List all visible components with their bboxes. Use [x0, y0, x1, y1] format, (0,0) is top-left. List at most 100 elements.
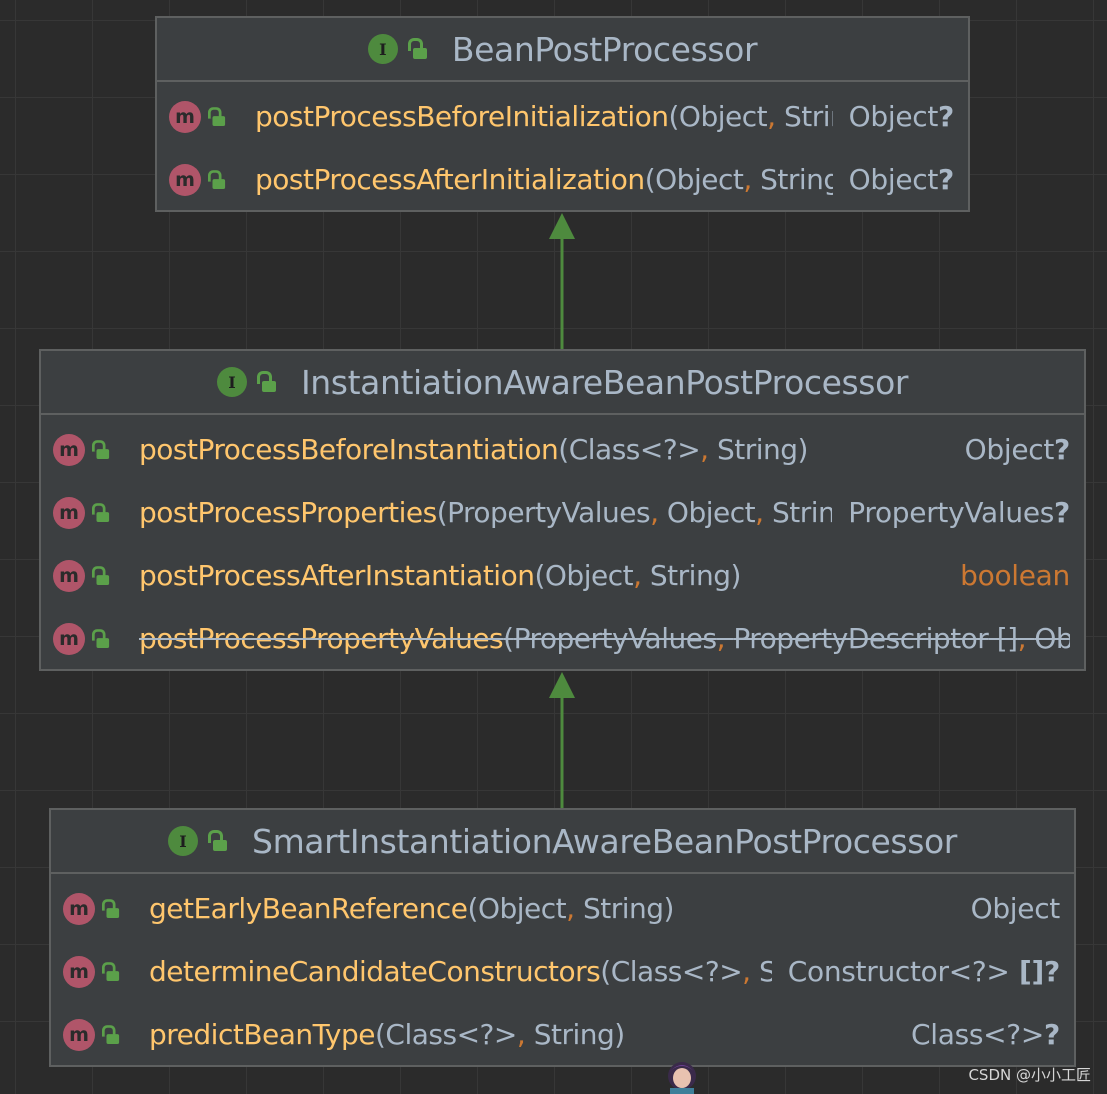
method-name: postProcessBeforeInitialization	[255, 100, 669, 133]
paren: )	[614, 1018, 625, 1051]
method-row[interactable]: m predictBeanType(Class<?>, String) Class<…	[51, 1003, 1074, 1065]
comma: ,	[1017, 622, 1035, 655]
watermark: CSDN @小小工匠	[968, 1066, 1091, 1084]
public-lock-icon	[102, 1024, 120, 1045]
paren: (	[600, 955, 611, 988]
node-header: I SmartInstantiationAwareBeanPostProcess…	[51, 810, 1074, 874]
method-list: m postProcessBeforeInitialization(Object,…	[157, 82, 968, 210]
method-row[interactable]: m determineCandidateConstructors(Class<?>…	[51, 940, 1074, 1003]
method-name: postProcessAfterInstantiation	[139, 559, 535, 592]
node-header: I BeanPostProcessor	[157, 18, 968, 82]
method-signature: determineCandidateConstructors(Class<?>,…	[149, 955, 772, 988]
method-icon: m	[63, 1018, 95, 1051]
method-signature: postProcessBeforeInitialization(Object, …	[255, 100, 833, 133]
return-type: Object?	[848, 163, 955, 196]
paren: (	[668, 100, 679, 133]
nullable-mark: ?	[938, 163, 954, 196]
nullable-mark: ?	[938, 100, 954, 133]
public-lock-icon	[208, 830, 228, 852]
paren: (	[467, 892, 479, 925]
comma: ,	[700, 433, 717, 466]
param-type: String	[533, 1018, 615, 1051]
node-title: SmartInstantiationAwareBeanPostProcessor	[252, 821, 957, 861]
edge-instantiationaware-to-beanpostprocessor	[549, 213, 575, 349]
method-icon: m	[169, 163, 201, 196]
public-lock-icon	[92, 565, 110, 586]
comma: ,	[650, 496, 667, 529]
param-type: Object	[678, 100, 768, 133]
method-signature: postProcessBeforeInstantiation(Class<?>,…	[139, 433, 949, 466]
method-name: postProcessBeforeInstantiation	[139, 433, 559, 466]
comma: ,	[633, 559, 650, 592]
return-type: Object	[970, 892, 1061, 925]
method-name: postProcessProperties	[139, 496, 437, 529]
nullable-mark: ?	[1044, 955, 1060, 988]
param-type: String	[771, 496, 832, 529]
param-type: String	[649, 559, 731, 592]
param-type: PropertyDescriptor	[733, 622, 989, 655]
method-signature: postProcessAfterInstantiation(Object, St…	[139, 559, 944, 592]
method-name: postProcessPropertyValues	[139, 622, 504, 655]
array-suffix: []	[1009, 955, 1045, 988]
param-type: String	[759, 955, 772, 988]
node-title: BeanPostProcessor	[451, 29, 758, 69]
method-row[interactable]: m postProcessAfterInstantiation(Object, S…	[41, 544, 1084, 607]
method-icon: m	[53, 622, 85, 655]
param-type: Object	[1034, 622, 1070, 655]
method-name: postProcessAfterInitialization	[255, 163, 645, 196]
method-name: predictBeanType	[149, 1018, 375, 1051]
return-type: Class<?>?	[910, 1018, 1060, 1051]
paren: (	[503, 622, 514, 655]
paren: (	[534, 559, 545, 592]
node-header: I InstantiationAwareBeanPostProcessor	[41, 351, 1084, 415]
method-list: m getEarlyBeanReference(Object, String) Ob…	[51, 874, 1074, 1065]
node-instantiationawarebeanpostprocessor[interactable]: I InstantiationAwareBeanPostProcessor m p…	[39, 349, 1086, 671]
nullable-mark: ?	[1054, 496, 1070, 529]
interface-icon: I	[168, 826, 199, 856]
public-lock-icon	[102, 961, 120, 982]
method-row[interactable]: m postProcessProperties(PropertyValues, O…	[41, 481, 1084, 544]
node-smartinstantiationawarebeanpostprocessor[interactable]: I SmartInstantiationAwareBeanPostProcess…	[49, 808, 1076, 1067]
method-row[interactable]: m postProcessPropertyValues(PropertyValue…	[41, 607, 1084, 669]
comma: ,	[743, 163, 761, 196]
interface-icon: I	[367, 34, 398, 64]
method-row[interactable]: m postProcessAfterInitialization(Object, …	[157, 148, 968, 210]
comma: ,	[716, 622, 734, 655]
method-icon: m	[53, 496, 85, 529]
param-type: Class<?>	[385, 1018, 517, 1051]
paren: )	[730, 559, 741, 592]
comma: ,	[755, 496, 772, 529]
paren: (	[374, 1018, 386, 1051]
method-icon: m	[169, 100, 201, 133]
public-lock-icon	[256, 371, 277, 393]
param-type: Object	[477, 892, 567, 925]
return-type: Object?	[964, 433, 1071, 466]
paren: )	[797, 433, 809, 466]
return-type: Constructor<?> []?	[787, 955, 1061, 988]
method-signature: postProcessPropertyValues(PropertyValues…	[139, 622, 1070, 655]
param-type: String	[760, 163, 833, 196]
param-type: PropertyValues	[513, 622, 717, 655]
paren: (	[644, 163, 656, 196]
public-lock-icon	[92, 439, 110, 460]
edge-smart-to-instantiationaware	[549, 672, 575, 808]
param-type: String	[716, 433, 798, 466]
public-lock-icon	[208, 106, 226, 127]
param-type: Class<?>	[610, 955, 743, 988]
public-lock-icon	[407, 38, 428, 60]
method-name: determineCandidateConstructors	[149, 955, 601, 988]
param-type: Object	[666, 496, 756, 529]
public-lock-icon	[92, 628, 110, 649]
param-type: Object	[544, 559, 634, 592]
method-row[interactable]: m postProcessBeforeInitialization(Object,…	[157, 85, 968, 148]
comma: ,	[742, 955, 759, 988]
method-row[interactable]: m getEarlyBeanReference(Object, String) Ob…	[51, 877, 1074, 940]
node-beanpostprocessor[interactable]: I BeanPostProcessor m postProcessBeforeIn…	[155, 16, 970, 212]
method-row[interactable]: m postProcessBeforeInstantiation(Class<?>…	[41, 418, 1084, 481]
nullable-mark: ?	[1054, 433, 1070, 466]
param-type: Object	[655, 163, 744, 196]
return-type: Object?	[848, 100, 955, 133]
avatar	[668, 1062, 696, 1094]
param-type: Class<?>	[568, 433, 701, 466]
public-lock-icon	[208, 169, 226, 190]
